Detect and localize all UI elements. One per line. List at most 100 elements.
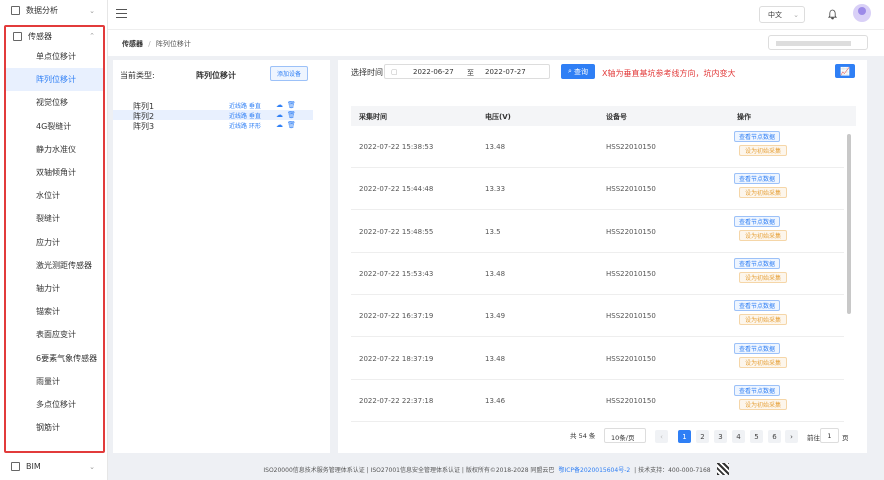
set-initial-button[interactable]: 设为初始采集 — [739, 187, 787, 199]
set-initial-button[interactable]: 设为初始采集 — [739, 145, 787, 156]
col-device: 设备号 — [606, 113, 627, 121]
view-node-data-button[interactable]: 查看节点数据 — [734, 131, 780, 142]
breadcrumb-separator: / — [148, 40, 151, 48]
menu-toggle-icon[interactable] — [116, 9, 127, 19]
cloud-icon[interactable]: ☁ — [276, 121, 283, 129]
page-unit: 页 — [842, 434, 849, 442]
data-panel: 选择时间 ▢ 2022-06-27 至 2022-07-27 ⌕ 查询 X轴为垂直… — [338, 60, 867, 453]
sidebar-sensor-item[interactable]: 单点位移计 — [6, 45, 103, 68]
support-text: | 技术支持：400-000-7168 — [634, 466, 711, 474]
view-node-data-button[interactable]: 查看节点数据 — [734, 300, 780, 312]
page-button[interactable]: 3 — [714, 430, 727, 443]
sidebar-sensor-item[interactable]: 水位计 — [6, 184, 103, 207]
view-node-data-button[interactable]: 查看节点数据 — [734, 173, 780, 185]
chart-view-button[interactable]: 📈 — [835, 64, 855, 78]
language-value: 中文 — [768, 10, 782, 19]
sidebar-item-bim[interactable]: BIM ⌄ — [0, 456, 107, 477]
prev-page-button[interactable]: ‹ — [655, 430, 668, 443]
array-item[interactable]: 阵列3 近线路 环形 ☁ 🗑 — [113, 120, 313, 131]
end-date[interactable]: 2022-07-27 — [485, 68, 526, 76]
sidebar-sensor-item[interactable]: 双轴倾角计 — [6, 161, 103, 184]
table-row: 2022-07-22 15:48:55 13.5 HSS22010150 查看节… — [351, 211, 844, 253]
sidebar-sensor-item[interactable]: 裂缝计 — [6, 207, 103, 230]
set-initial-button[interactable]: 设为初始采集 — [739, 314, 787, 326]
sidebar-item-data-analysis[interactable]: 数据分析 ⌄ — [0, 0, 107, 21]
view-node-data-button[interactable]: 查看节点数据 — [734, 342, 780, 354]
array-links[interactable]: 近线路 垂直 — [229, 111, 261, 120]
language-select[interactable]: 中文 ⌄ — [759, 6, 805, 23]
sidebar-sensor-item[interactable]: 4G裂缝计 — [6, 115, 103, 138]
cell-time: 2022-07-22 15:44:48 — [359, 185, 434, 194]
view-node-data-button[interactable]: 查看节点数据 — [734, 215, 780, 227]
delete-icon[interactable]: 🗑 — [287, 101, 296, 109]
sidebar-sensor-item[interactable]: 钢筋计 — [6, 416, 103, 439]
qr-code-icon — [716, 463, 729, 475]
cell-device: HSS22010150 — [606, 312, 656, 321]
array-list-panel: 当前类型: 阵列位移计 添加设备 阵列1 近线路 垂直 ☁ 🗑 阵列2 近线路 垂… — [113, 60, 330, 453]
col-time: 采集时间 — [359, 113, 387, 121]
delete-icon[interactable]: 🗑 — [287, 121, 296, 129]
page-button[interactable]: 5 — [750, 430, 763, 443]
cell-device: HSS22010150 — [606, 354, 656, 363]
breadcrumb-root[interactable]: 传感器 — [122, 40, 143, 48]
chevron-down-icon: ⌄ — [89, 462, 95, 471]
view-node-data-button[interactable]: 查看节点数据 — [734, 257, 780, 269]
footer: ISO20000信息技术服务管理体系认证 | ISO27001信息安全管理体系认… — [108, 458, 884, 480]
project-select[interactable] — [768, 35, 868, 50]
cell-time: 2022-07-22 15:48:55 — [359, 227, 434, 236]
date-separator: 至 — [467, 69, 474, 77]
cell-time: 2022-07-22 15:53:43 — [359, 269, 434, 278]
cloud-icon[interactable]: ☁ — [276, 101, 283, 109]
array-item[interactable]: 阵列1 近线路 垂直 ☁ 🗑 — [113, 100, 313, 111]
sidebar-sensor-item[interactable]: 视觉位移 — [6, 91, 103, 114]
array-links[interactable]: 近线路 环形 — [229, 121, 261, 130]
date-range-picker[interactable]: ▢ 2022-06-27 至 2022-07-27 — [384, 64, 550, 79]
sidebar-sensor-item[interactable]: 锚索计 — [6, 300, 103, 323]
array-name: 阵列3 — [133, 122, 155, 131]
current-type-label: 当前类型: — [120, 71, 155, 80]
axis-note: X轴为垂直基坑参考线方向，坑内变大 — [602, 69, 736, 78]
sidebar-sensor-item[interactable]: 轴力计 — [6, 277, 103, 300]
sidebar-group-sensors[interactable]: 传感器 ⌃ — [6, 27, 103, 45]
page-button[interactable]: 1 — [678, 430, 691, 443]
table-scrollbar[interactable] — [846, 126, 852, 422]
set-initial-button[interactable]: 设为初始采集 — [739, 356, 787, 368]
sidebar-sensor-item[interactable]: 阵列位移计 — [6, 68, 103, 92]
cell-voltage: 13.48 — [485, 269, 506, 278]
add-device-button[interactable]: 添加设备 — [270, 66, 308, 81]
breadcrumb-current: 阵列位移计 — [155, 40, 191, 48]
chevron-down-icon: ⌄ — [89, 6, 95, 15]
cloud-icon[interactable]: ☁ — [276, 111, 283, 119]
sidebar-sensor-item[interactable]: 静力水准仪 — [6, 138, 103, 161]
sensor-group-highlight: 传感器 ⌃ 单点位移计 阵列位移计 视觉位移 4G裂缝计 静力水准仪 双轴倾角计 水位计 裂缝… — [4, 25, 105, 453]
next-page-button[interactable]: › — [785, 430, 798, 443]
sidebar-group-label: 传感器 — [28, 31, 52, 41]
delete-icon[interactable]: 🗑 — [287, 111, 296, 119]
sidebar-sensor-item[interactable]: 雨量计 — [6, 370, 103, 393]
query-button[interactable]: ⌕ 查询 — [561, 64, 595, 79]
sidebar-sensor-item[interactable]: 应力计 — [6, 231, 103, 254]
view-node-data-button[interactable]: 查看节点数据 — [734, 384, 780, 396]
sidebar-sensor-item[interactable]: 6要素气象传感器 — [6, 346, 103, 369]
sidebar-sensor-item[interactable]: 激光测距传感器 — [6, 254, 103, 277]
sidebar-item-label: BIM — [26, 462, 41, 471]
set-initial-button[interactable]: 设为初始采集 — [739, 398, 787, 410]
set-initial-button[interactable]: 设为初始采集 — [739, 229, 787, 241]
array-links[interactable]: 近线路 垂直 — [229, 101, 261, 110]
goto-value: 1 — [827, 432, 832, 440]
start-date[interactable]: 2022-06-27 — [413, 68, 454, 76]
set-initial-button[interactable]: 设为初始采集 — [739, 271, 787, 283]
array-item[interactable]: 阵列2 近线路 垂直 ☁ 🗑 — [113, 110, 313, 121]
icp-link[interactable]: 鄂ICP备2020015604号-2 — [558, 465, 630, 474]
page-size-select[interactable]: 10条/页 — [604, 428, 646, 443]
page-button[interactable]: 4 — [732, 430, 745, 443]
goto-input[interactable]: 1 — [820, 428, 839, 443]
top-bar: 中文 ⌄ — [108, 0, 884, 30]
page-button[interactable]: 2 — [696, 430, 709, 443]
bell-icon[interactable] — [828, 9, 837, 20]
avatar[interactable] — [853, 4, 871, 22]
page-button[interactable]: 6 — [768, 430, 781, 443]
sidebar-sensor-item[interactable]: 表面应变计 — [6, 323, 103, 346]
col-voltage: 电压(V) — [485, 113, 511, 121]
sidebar-sensor-item[interactable]: 多点位移计 — [6, 393, 103, 416]
